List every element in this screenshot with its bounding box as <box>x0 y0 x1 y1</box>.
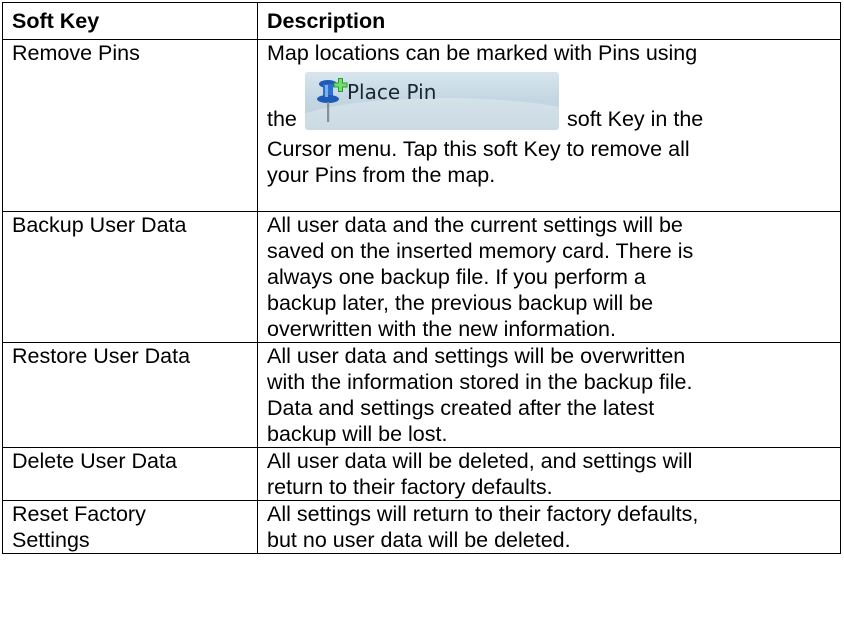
table-header-row: Soft Key Description <box>2 2 841 40</box>
description-line: return to their factory defaults. <box>267 475 553 499</box>
description-line: overwritten with the new information. <box>267 317 616 341</box>
soft-key-description: All user data and the current settings w… <box>257 211 841 343</box>
soft-key-name-line: Settings <box>12 528 90 552</box>
soft-key-name-line: Reset Factory <box>12 502 146 526</box>
description-line: Cursor menu. Tap this soft Key to remove… <box>267 137 690 161</box>
description-line: backup later, the previous backup will b… <box>267 291 654 315</box>
description-line: but no user data will be deleted. <box>267 528 571 552</box>
soft-key-description: All user data will be deleted, and setti… <box>257 447 841 501</box>
description-text: soft Key in the <box>567 107 704 131</box>
description-line: All user data and settings will be overw… <box>267 344 686 368</box>
description-line: All settings will return to their factor… <box>267 502 699 526</box>
description-line: All user data will be deleted, and setti… <box>267 449 693 473</box>
soft-key-name: Restore User Data <box>2 342 258 448</box>
table-row: Backup User Data All user data and the c… <box>2 211 841 343</box>
soft-key-description: Map locations can be marked with Pins us… <box>257 39 841 212</box>
soft-key-name: Reset Factory Settings <box>2 500 258 554</box>
soft-key-description: All settings will return to their factor… <box>257 500 841 554</box>
column-header-description: Description <box>257 2 841 40</box>
description-line: Map locations can be marked with Pins us… <box>267 41 698 65</box>
description-text: the <box>267 107 297 131</box>
description-line: backup will be lost. <box>267 422 448 446</box>
table-row: Delete User Data All user data will be d… <box>2 447 841 501</box>
description-line: saved on the inserted memory card. There… <box>267 239 694 263</box>
description-line-with-button: the Place Pin soft Key in the <box>267 66 834 136</box>
soft-key-name: Delete User Data <box>2 447 258 501</box>
place-pin-label: Place Pin <box>347 80 437 104</box>
soft-key-table: Soft Key Description Remove Pins Map loc… <box>2 2 841 554</box>
table-row: Remove Pins Map locations can be marked … <box>2 39 841 212</box>
description-line: your Pins from the map. <box>267 163 496 187</box>
description-line: with the information stored in the backu… <box>267 370 693 394</box>
table-row: Restore User Data All user data and sett… <box>2 342 841 448</box>
soft-key-name: Backup User Data <box>2 211 258 343</box>
description-line: Data and settings created after the late… <box>267 396 655 420</box>
description-line: always one backup file. If you perform a <box>267 265 646 289</box>
table-row: Reset Factory Settings All settings will… <box>2 500 841 554</box>
soft-key-name: Remove Pins <box>2 39 258 212</box>
column-header-soft-key: Soft Key <box>2 2 258 40</box>
place-pin-softkey-image: Place Pin <box>305 72 559 130</box>
description-line: All user data and the current settings w… <box>267 213 683 237</box>
soft-key-description: All user data and settings will be overw… <box>257 342 841 448</box>
